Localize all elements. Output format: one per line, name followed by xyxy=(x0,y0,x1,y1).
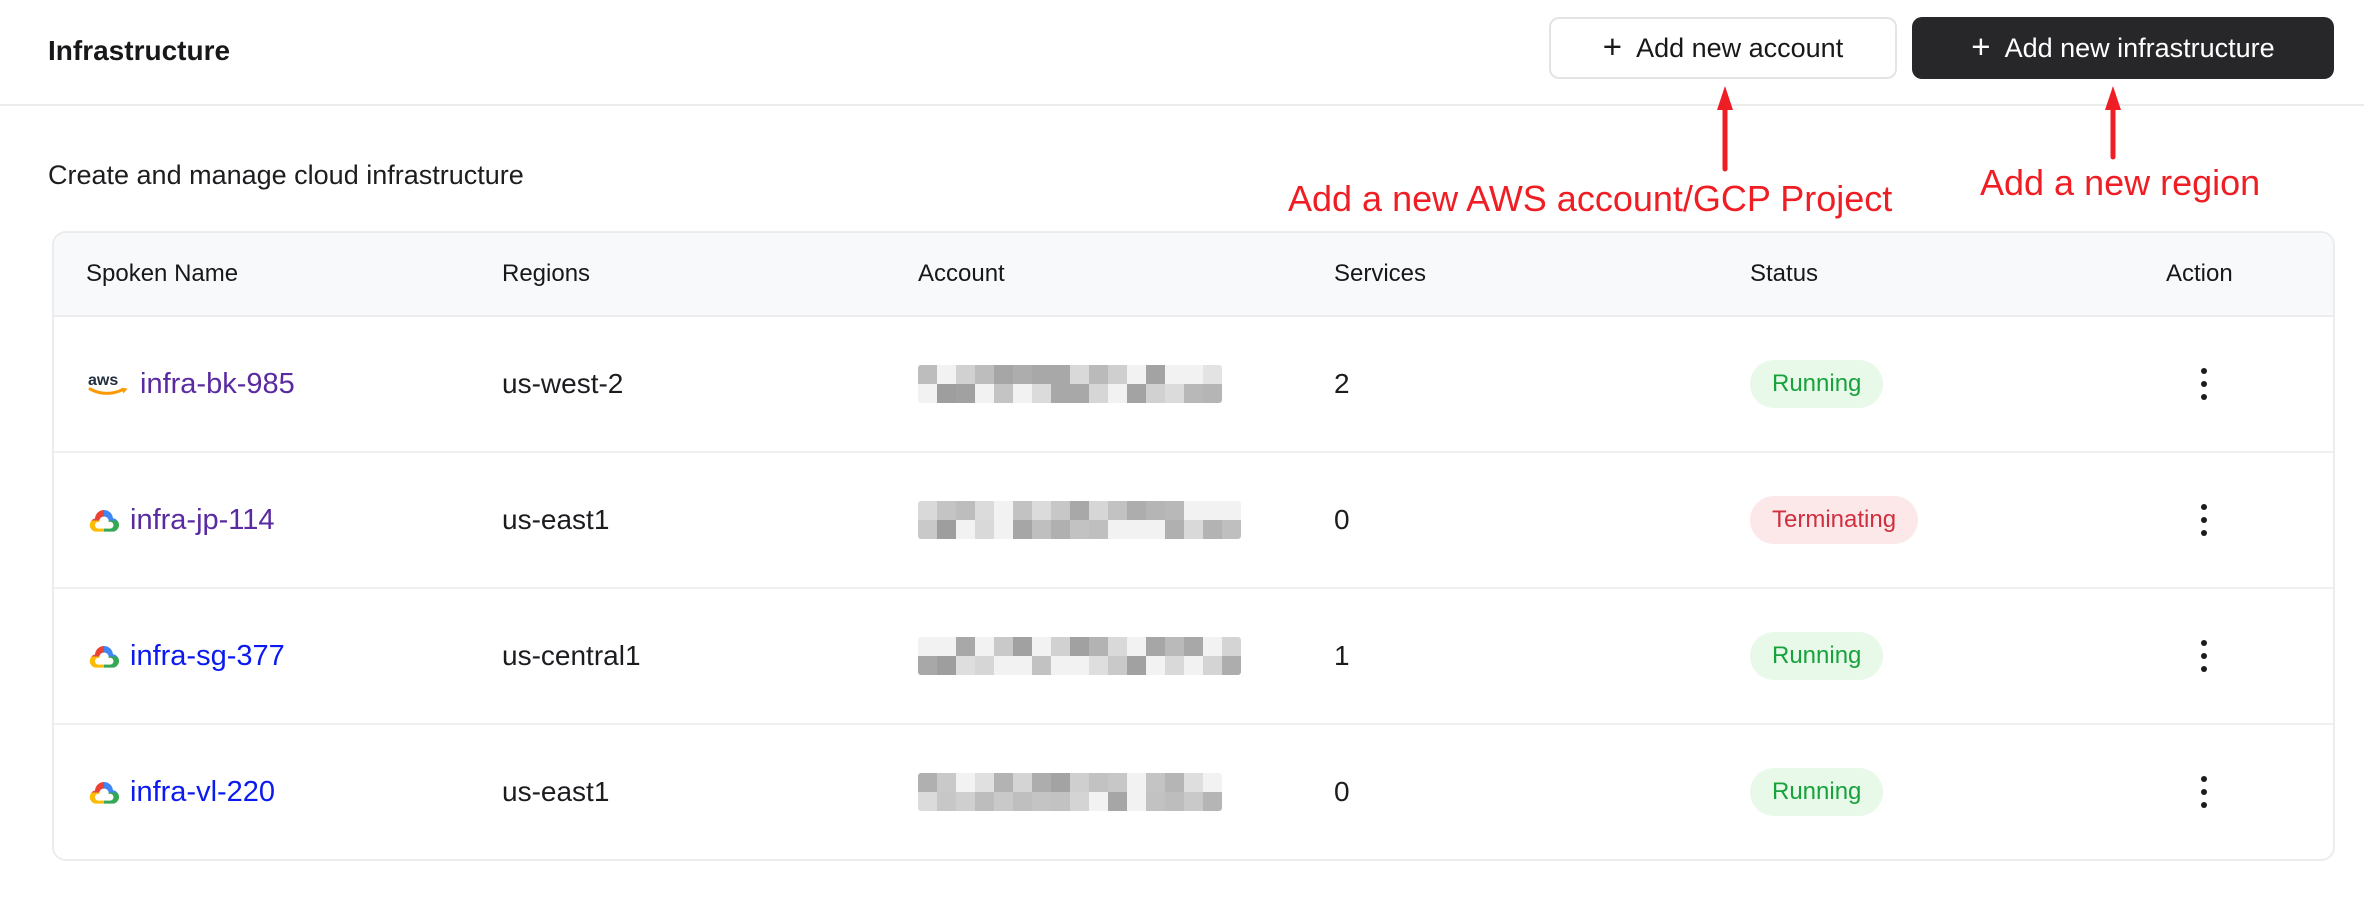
table-row: aws xyxy=(54,453,2333,589)
add-new-infrastructure-label: Add new infrastructure xyxy=(2004,32,2275,63)
kebab-dot-icon xyxy=(2201,504,2207,510)
kebab-dot-icon xyxy=(2201,802,2207,808)
account-cell xyxy=(918,773,1334,811)
kebab-dot-icon xyxy=(2201,368,2207,374)
annotation-arrow-up-icon xyxy=(1717,86,1733,172)
page-subtitle: Create and manage cloud infrastructure xyxy=(48,160,524,190)
status-badge: Running xyxy=(1750,768,1884,816)
status-cell: Running xyxy=(1750,632,2166,680)
table-header-row: Spoken Name Regions Account Services Sta… xyxy=(54,233,2333,317)
svg-text:aws: aws xyxy=(88,372,118,389)
account-redacted xyxy=(918,501,1241,539)
kebab-dot-icon xyxy=(2201,517,2207,523)
region-text: us-central1 xyxy=(502,640,641,671)
gcp-icon xyxy=(89,645,119,668)
aws-icon: aws xyxy=(88,372,128,395)
status-cell: Terminating xyxy=(1750,496,2166,544)
infrastructure-table: Spoken Name Regions Account Services Sta… xyxy=(52,231,2335,861)
annotation-add-region: Add a new region xyxy=(1980,162,2261,203)
status-badge: Running xyxy=(1750,360,1884,408)
kebab-dot-icon xyxy=(2201,381,2207,387)
table-body: aws infra-bk-985 us-west-2 2 Running inf… xyxy=(54,317,2333,859)
row-actions-kebab-menu-button[interactable] xyxy=(2182,627,2226,685)
spoken-name-cell: aws xyxy=(86,776,502,809)
services-count: 1 xyxy=(1334,640,1350,671)
kebab-dot-icon xyxy=(2201,789,2207,795)
services-count: 2 xyxy=(1334,368,1350,399)
plus-icon: + xyxy=(1971,27,1991,65)
region-text: us-east1 xyxy=(502,776,610,807)
table-row: aws xyxy=(54,725,2333,859)
account-redacted xyxy=(918,773,1222,811)
column-header-services: Services xyxy=(1334,260,1427,287)
infrastructure-name-link[interactable]: infra-vl-220 xyxy=(130,776,275,809)
kebab-dot-icon xyxy=(2201,640,2207,646)
row-actions-kebab-menu-button[interactable] xyxy=(2182,355,2226,413)
account-redacted xyxy=(918,365,1222,403)
gcp-icon xyxy=(89,781,119,804)
kebab-dot-icon xyxy=(2201,653,2207,659)
account-cell xyxy=(918,637,1334,675)
row-actions-kebab-menu-button[interactable] xyxy=(2182,491,2226,549)
add-new-account-label: Add new account xyxy=(1636,32,1844,63)
column-header-status: Status xyxy=(1750,260,1819,287)
infrastructure-name-link[interactable]: infra-sg-377 xyxy=(130,640,285,673)
action-cell xyxy=(2166,763,2333,821)
spoken-name-cell: aws xyxy=(86,640,502,673)
annotation-arrow-up-icon xyxy=(2105,86,2121,160)
gcp-icon xyxy=(89,509,119,532)
column-header-regions: Regions xyxy=(502,260,591,287)
spoken-name-cell: aws xyxy=(86,368,502,401)
kebab-dot-icon xyxy=(2201,530,2207,536)
region-text: us-west-2 xyxy=(502,368,624,399)
page-title: Infrastructure xyxy=(48,35,231,66)
table-row: aws xyxy=(54,317,2333,453)
column-header-account: Account xyxy=(918,260,1005,287)
add-new-infrastructure-button[interactable]: + Add new infrastructure xyxy=(1912,17,2334,79)
status-cell: Running xyxy=(1750,768,2166,816)
plus-icon: + xyxy=(1602,27,1623,65)
status-badge: Terminating xyxy=(1750,496,1919,544)
kebab-dot-icon xyxy=(2201,394,2207,400)
account-cell xyxy=(918,365,1334,403)
region-text: us-east1 xyxy=(502,504,610,535)
annotation-add-account: Add a new AWS account/GCP Project xyxy=(1288,178,1893,219)
kebab-dot-icon xyxy=(2201,666,2207,672)
services-count: 0 xyxy=(1334,776,1350,807)
services-count: 0 xyxy=(1334,504,1350,535)
infrastructure-name-link[interactable]: infra-bk-985 xyxy=(140,368,295,401)
action-cell xyxy=(2166,491,2333,549)
add-new-account-button[interactable]: + Add new account xyxy=(1549,17,1897,79)
status-badge: Running xyxy=(1750,632,1884,680)
spoken-name-cell: aws xyxy=(86,504,502,537)
kebab-dot-icon xyxy=(2201,776,2207,782)
account-cell xyxy=(918,501,1334,539)
action-cell xyxy=(2166,355,2333,413)
topbar: Infrastructure + Add new account + Add n… xyxy=(0,0,2364,106)
account-redacted xyxy=(918,637,1241,675)
row-actions-kebab-menu-button[interactable] xyxy=(2182,763,2226,821)
status-cell: Running xyxy=(1750,360,2166,408)
column-header-spoken-name: Spoken Name xyxy=(86,260,239,287)
column-header-action: Action xyxy=(2166,260,2233,287)
infrastructure-name-link[interactable]: infra-jp-114 xyxy=(130,504,275,537)
action-cell xyxy=(2166,627,2333,685)
table-row: aws xyxy=(54,589,2333,725)
